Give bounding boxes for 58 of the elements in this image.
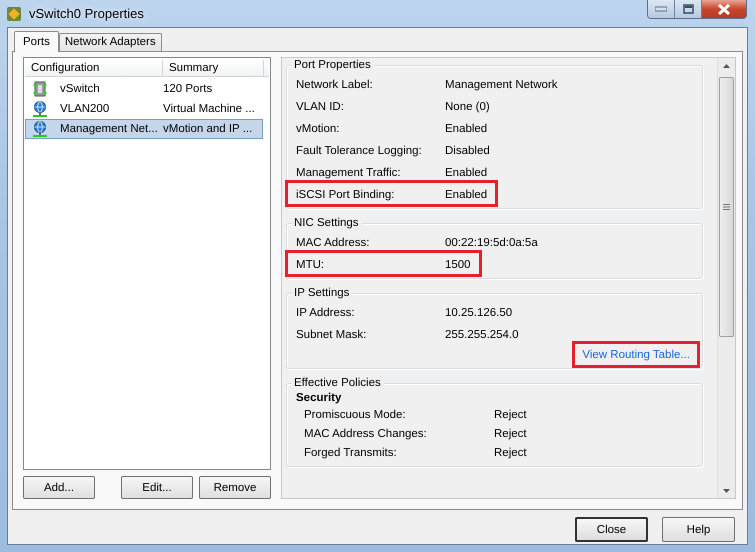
network-globe-icon — [32, 121, 48, 137]
edit-button[interactable]: Edit... — [121, 476, 193, 499]
property-label: Management Traffic: — [296, 166, 402, 180]
property-label: vMotion: — [296, 122, 340, 136]
grip-icon — [723, 204, 730, 210]
scroll-down-arrow-icon[interactable] — [723, 488, 730, 492]
window-title: vSwitch0 Properties — [29, 6, 144, 21]
property-value: 10.25.126.50 — [445, 306, 512, 320]
property-value: Reject — [494, 446, 527, 460]
property-label: VLAN ID: — [296, 100, 345, 114]
property-label: MAC Address: — [296, 236, 370, 250]
close-icon — [717, 4, 731, 14]
property-label: iSCSI Port Binding: — [296, 188, 396, 202]
property-label: MAC Address Changes: — [303, 427, 428, 441]
property-value: 1500 — [445, 258, 471, 272]
tab[interactable]: Network Adapters — [58, 33, 162, 51]
app-icon — [6, 6, 22, 22]
section-heading: Security — [296, 391, 342, 405]
scroll-up-arrow-icon[interactable] — [723, 64, 730, 68]
maximize-icon — [682, 4, 694, 14]
property-value: 00:22:19:5d:0a:5a — [445, 236, 538, 250]
port-list-row[interactable]: Management Net... vMotion and IP ... — [25, 119, 263, 139]
property-label: Fault Tolerance Logging: — [296, 144, 423, 158]
property-label: MTU: — [296, 258, 326, 272]
add-button[interactable]: Add... — [23, 476, 95, 499]
property-value: 255.255.254.0 — [445, 328, 519, 342]
property-value: Reject — [494, 408, 527, 422]
switch-icon — [32, 81, 48, 97]
property-label: Promiscuous Mode: — [303, 408, 407, 422]
port-list-row[interactable]: VLAN200 Virtual Machine ... — [25, 99, 263, 119]
network-globe-icon — [32, 101, 48, 117]
property-value: Disabled — [445, 144, 490, 158]
close-button[interactable] — [702, 0, 746, 18]
group-title: IP Settings — [292, 286, 352, 300]
close-dialog-button[interactable]: Close — [575, 517, 648, 542]
minimize-button[interactable] — [648, 0, 675, 18]
remove-button[interactable]: Remove — [199, 476, 271, 499]
property-value: Enabled — [445, 166, 488, 180]
property-value: None (0) — [445, 100, 490, 114]
tab[interactable]: Ports — [14, 31, 59, 52]
property-value: Enabled — [445, 188, 488, 202]
group-title: NIC Settings — [292, 216, 362, 230]
scrollbar[interactable] — [717, 58, 735, 498]
property-label: Network Label: — [296, 78, 374, 92]
column-header[interactable]: Summary — [163, 60, 264, 76]
help-button[interactable]: Help — [662, 517, 735, 542]
property-value: Reject — [494, 427, 527, 441]
minimize-icon — [655, 6, 667, 12]
property-label: IP Address: — [296, 306, 356, 320]
group-title: Port Properties — [292, 58, 374, 72]
port-list-row[interactable]: vSwitch 120 Ports — [25, 79, 263, 99]
property-value: Enabled — [445, 122, 488, 136]
maximize-button[interactable] — [675, 0, 702, 18]
column-header[interactable]: Configuration — [25, 60, 163, 76]
property-label: Forged Transmits: — [303, 446, 398, 460]
routing-table-link[interactable]: View Routing Table... — [582, 349, 690, 361]
property-value: Management Network — [445, 78, 558, 92]
property-label: Subnet Mask: — [296, 328, 368, 342]
